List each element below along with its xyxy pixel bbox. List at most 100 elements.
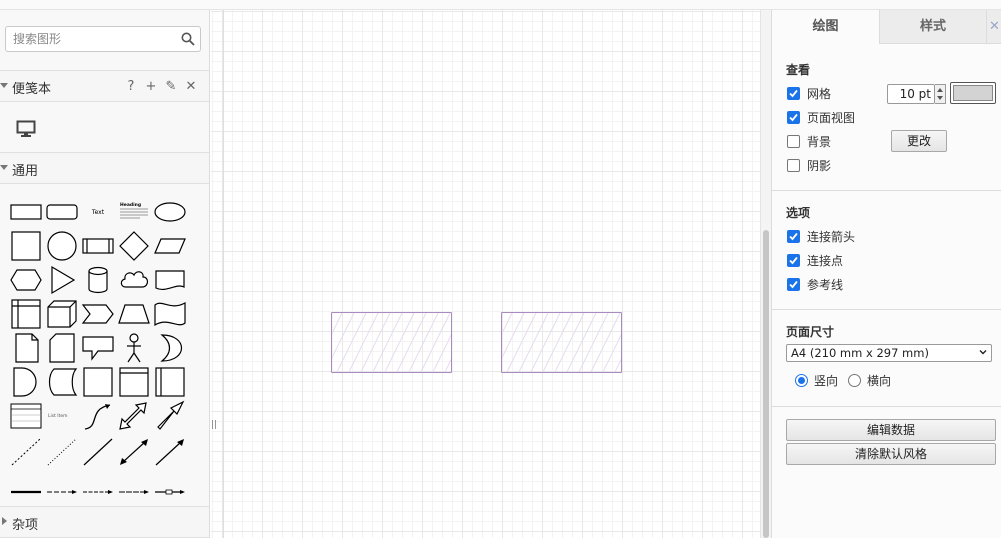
line-shape[interactable] bbox=[80, 435, 116, 469]
parallelogram-shape[interactable] bbox=[152, 229, 188, 263]
scratchpad-tools: ? + ✎ ✕ bbox=[124, 78, 198, 94]
sketch-rectangle[interactable] bbox=[331, 312, 452, 373]
trapezoid-shape[interactable] bbox=[116, 297, 152, 331]
page-view-option[interactable]: 页面视图 bbox=[787, 108, 855, 126]
container-shape[interactable] bbox=[116, 365, 152, 399]
process-shape[interactable] bbox=[80, 229, 116, 263]
actor-shape[interactable] bbox=[116, 331, 152, 365]
dashed-arrow-shape[interactable] bbox=[80, 475, 116, 509]
landscape-option[interactable]: 横向 bbox=[848, 371, 891, 389]
collapse-caret-icon[interactable] bbox=[0, 83, 8, 88]
rectangle-shape[interactable] bbox=[8, 195, 44, 229]
misc-header[interactable]: 杂项 bbox=[0, 506, 209, 538]
curve-shape[interactable] bbox=[80, 399, 116, 433]
expand-caret-icon[interactable] bbox=[2, 517, 7, 525]
ellipse-shape[interactable] bbox=[152, 195, 188, 229]
portrait-label: 竖向 bbox=[814, 373, 839, 388]
edit-data-button[interactable]: 编辑数据 bbox=[786, 419, 996, 441]
list-item-shape[interactable]: List Item bbox=[44, 399, 80, 433]
close-icon[interactable]: ✕ bbox=[986, 10, 1001, 44]
square-shape[interactable] bbox=[8, 229, 44, 263]
collapse-caret-icon[interactable] bbox=[0, 165, 8, 170]
cylinder-shape[interactable] bbox=[80, 263, 116, 297]
circle-shape[interactable] bbox=[44, 229, 80, 263]
shadow-option[interactable]: 阴影 bbox=[787, 156, 831, 174]
landscape-radio[interactable] bbox=[848, 373, 861, 387]
hachure-fill bbox=[502, 313, 621, 372]
tape-shape[interactable] bbox=[152, 297, 188, 331]
view-section-title: 查看 bbox=[786, 63, 811, 77]
search-icon[interactable] bbox=[181, 32, 195, 46]
diamond-shape[interactable] bbox=[116, 229, 152, 263]
swimlane-shape[interactable] bbox=[152, 365, 188, 399]
sketch-rectangle[interactable] bbox=[501, 312, 622, 373]
options-section-title: 选项 bbox=[786, 206, 811, 220]
svg-text:List Item: List Item bbox=[48, 413, 68, 419]
grid-checkbox[interactable] bbox=[787, 86, 800, 100]
cube-shape[interactable] bbox=[44, 297, 80, 331]
triangle-shape[interactable] bbox=[44, 263, 80, 297]
grid-size-stepper[interactable] bbox=[935, 84, 946, 104]
hexagon-shape[interactable] bbox=[8, 263, 44, 297]
connector-with-label-shape[interactable] bbox=[152, 475, 188, 509]
internal-storage-shape[interactable] bbox=[8, 297, 44, 331]
portrait-radio[interactable] bbox=[795, 373, 808, 387]
note-shape[interactable] bbox=[8, 331, 44, 365]
connection-arrows-checkbox[interactable] bbox=[787, 229, 800, 243]
clear-default-style-button[interactable]: 清除默认风格 bbox=[786, 443, 996, 465]
bidirectional-arrow-shape[interactable] bbox=[116, 399, 152, 433]
delay-shape[interactable] bbox=[8, 365, 44, 399]
document-shape[interactable] bbox=[152, 263, 188, 297]
change-background-button[interactable]: 更改 bbox=[891, 130, 947, 152]
sidebar-splitter[interactable]: || bbox=[211, 420, 219, 430]
tab-style[interactable]: 样式 bbox=[879, 10, 986, 44]
arrow-shape[interactable] bbox=[152, 399, 188, 433]
stored-data-shape[interactable] bbox=[44, 365, 80, 399]
monitor-icon[interactable] bbox=[16, 120, 36, 138]
directional-connector-shape[interactable] bbox=[152, 435, 188, 469]
scratchpad-header[interactable]: 便笺本 ? + ✎ ✕ bbox=[0, 70, 209, 102]
dashed-line-shape[interactable] bbox=[8, 435, 44, 469]
grid-color-button[interactable] bbox=[950, 82, 996, 104]
link-arrow-shape[interactable] bbox=[44, 475, 80, 509]
dotted-line-shape[interactable] bbox=[44, 435, 80, 469]
card-shape[interactable] bbox=[44, 331, 80, 365]
textbox-shape[interactable]: Heading bbox=[116, 195, 152, 229]
shadow-checkbox[interactable] bbox=[787, 158, 800, 172]
grid-size-input[interactable]: 10 pt bbox=[887, 84, 935, 104]
rounded-rectangle-shape[interactable] bbox=[44, 195, 80, 229]
step-shape[interactable] bbox=[80, 297, 116, 331]
scrollbar-thumb[interactable] bbox=[763, 230, 769, 538]
square-shape[interactable] bbox=[80, 365, 116, 399]
general-header[interactable]: 通用 bbox=[0, 152, 209, 184]
grid-option[interactable]: 网格 bbox=[787, 84, 831, 102]
dotted-arrow-shape[interactable] bbox=[116, 475, 152, 509]
paper-size-select[interactable]: A4 (210 mm x 297 mm) bbox=[786, 344, 992, 362]
text-shape[interactable]: Text bbox=[80, 195, 116, 229]
search-input[interactable] bbox=[6, 27, 176, 51]
callout-shape[interactable] bbox=[80, 331, 116, 365]
edit-icon[interactable]: ✎ bbox=[164, 78, 178, 94]
chevron-down-icon bbox=[979, 350, 987, 355]
connection-arrows-option[interactable]: 连接箭头 bbox=[787, 227, 855, 245]
background-option[interactable]: 背景 bbox=[787, 132, 831, 150]
help-icon[interactable]: ? bbox=[124, 78, 138, 94]
page-view-checkbox[interactable] bbox=[787, 110, 800, 124]
portrait-option[interactable]: 竖向 bbox=[795, 371, 838, 389]
background-checkbox[interactable] bbox=[787, 134, 800, 148]
or-shape[interactable] bbox=[152, 331, 188, 365]
add-icon[interactable]: + bbox=[144, 78, 158, 94]
bidirectional-connector-shape[interactable] bbox=[116, 435, 152, 469]
guides-checkbox[interactable] bbox=[787, 277, 800, 291]
thick-line-shape[interactable] bbox=[8, 475, 44, 509]
guides-option[interactable]: 参考线 bbox=[787, 275, 843, 293]
connection-points-option[interactable]: 连接点 bbox=[787, 251, 843, 269]
cloud-shape[interactable] bbox=[116, 263, 152, 297]
vertical-scrollbar[interactable] bbox=[760, 10, 771, 538]
tab-diagram[interactable]: 绘图 bbox=[772, 10, 879, 44]
connection-points-label: 连接点 bbox=[807, 253, 844, 268]
list-shape[interactable] bbox=[8, 399, 44, 433]
diagram-canvas[interactable] bbox=[211, 10, 760, 538]
connection-points-checkbox[interactable] bbox=[787, 253, 800, 267]
close-icon[interactable]: ✕ bbox=[184, 78, 198, 94]
